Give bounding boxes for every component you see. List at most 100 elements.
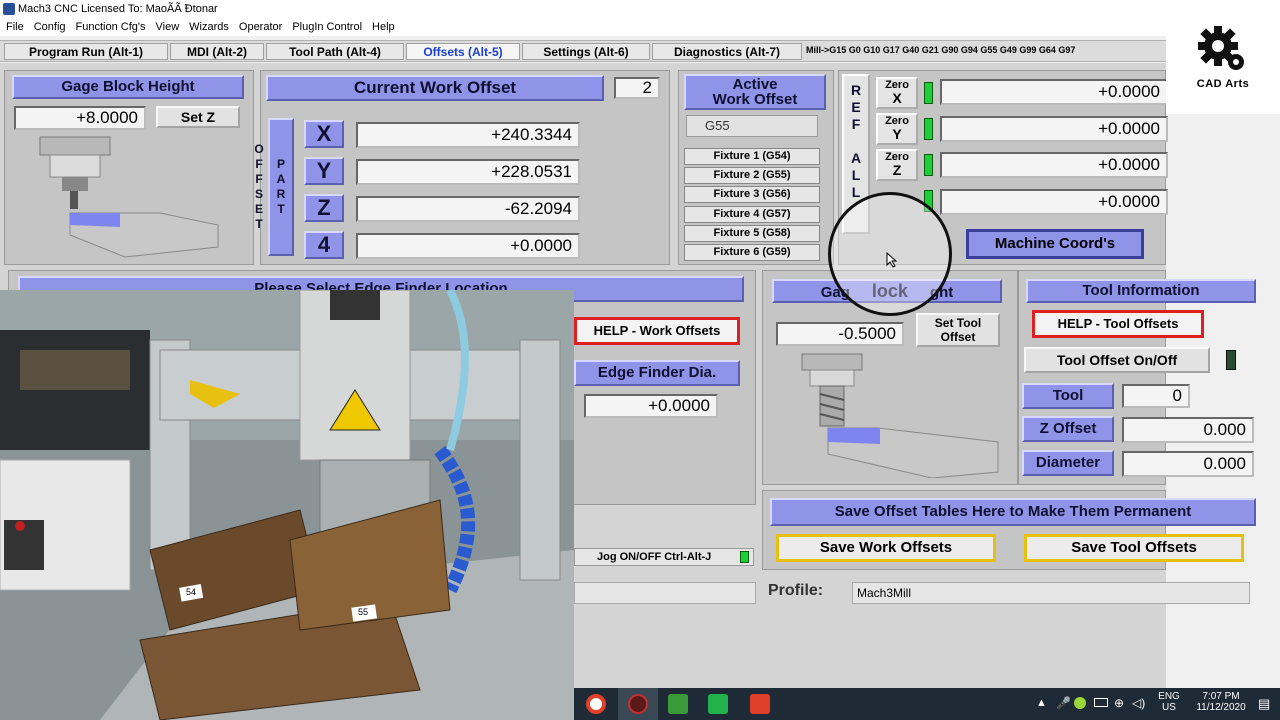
tab-diagnostics[interactable]: Diagnostics (Alt-7) — [652, 43, 802, 60]
spindle-gage-illustration — [39, 136, 219, 258]
machine-4-field[interactable]: +0.0000 — [940, 189, 1168, 215]
microphone-icon[interactable]: 🎤 — [1056, 696, 1071, 710]
ref-all-home-label: REF ALL HO — [848, 81, 864, 201]
tool-gage-illustration — [801, 353, 999, 478]
mouse-pointer-icon — [886, 252, 898, 268]
tab-offsets[interactable]: Offsets (Alt-5) — [406, 43, 520, 60]
gear-icon — [1198, 26, 1244, 70]
clock[interactable]: 7:07 PM 11/12/2020 — [1186, 691, 1256, 713]
machine-z-field[interactable]: +0.0000 — [940, 152, 1168, 178]
battery-icon[interactable] — [1094, 698, 1108, 707]
machine-x-field[interactable]: +0.0000 — [940, 79, 1168, 105]
volume-icon[interactable]: ◁) — [1132, 696, 1145, 710]
z-offset-field[interactable]: 0.000 — [1122, 417, 1254, 443]
tool-number-field[interactable]: 0 — [1122, 384, 1190, 408]
work-offset-4-field[interactable]: +0.0000 — [356, 233, 580, 259]
photo-app-icon[interactable] — [668, 694, 688, 714]
window-title: Mach3 CNC Licensed To: MaoÃÃ ̃Ðtonar — [18, 3, 218, 15]
jog-toggle-button[interactable]: Jog ON/OFF Ctrl-Alt-J — [574, 548, 754, 566]
work-offset-title: Current Work Offset — [266, 75, 604, 101]
axis-y-label: Y — [304, 157, 344, 185]
fixture-2-button[interactable]: Fixture 2 (G55) — [684, 167, 820, 184]
save-tool-offsets-button[interactable]: Save Tool Offsets — [1024, 534, 1244, 562]
tab-program-run[interactable]: Program Run (Alt-1) — [4, 43, 168, 60]
z-offset-label: Z Offset — [1022, 416, 1114, 442]
part-offset-label: PART OFFSET — [252, 118, 294, 256]
mach3-taskbar-icon — [628, 694, 648, 714]
tray-chevron-icon[interactable]: ▲ — [1036, 697, 1047, 709]
save-work-offsets-button[interactable]: Save Work Offsets — [776, 534, 996, 562]
work-offset-y-field[interactable]: +228.0531 — [356, 159, 580, 185]
zero-z-button[interactable]: Zero Z — [876, 149, 918, 181]
set-z-button[interactable]: Set Z — [156, 106, 240, 128]
axis-x-label: X — [304, 120, 344, 148]
work-offset-index-field[interactable]: 2 — [614, 77, 660, 99]
tool-offset-toggle-button[interactable]: Tool Offset On/Off — [1024, 347, 1210, 373]
active-offset-field: G55 — [686, 115, 818, 137]
menu-config[interactable]: Config — [29, 18, 71, 36]
zero-z-led — [924, 154, 933, 176]
profile-label: Profile: — [768, 582, 824, 599]
work-offset-x-field[interactable]: +240.3344 — [356, 122, 580, 148]
machine-y-field[interactable]: +0.0000 — [940, 116, 1168, 142]
help-work-offsets-button[interactable]: HELP - Work Offsets — [574, 317, 740, 345]
profile-field: Mach3Mill — [852, 582, 1250, 604]
taskbar-active-app[interactable] — [618, 688, 658, 720]
gage-block-height-field[interactable]: +8.0000 — [14, 106, 146, 130]
zero-x-button[interactable]: Zero X — [876, 77, 918, 109]
menu-plugin-control[interactable]: PlugIn Control — [287, 18, 367, 36]
camtasia-green-icon[interactable] — [708, 694, 728, 714]
tool-gage-height-field[interactable]: -0.5000 — [776, 322, 904, 346]
cnc-router-photo — [0, 290, 574, 720]
tab-tool-path[interactable]: Tool Path (Alt-4) — [266, 43, 404, 60]
zero-y-led — [924, 118, 933, 140]
jog-led — [740, 551, 749, 563]
tab-settings[interactable]: Settings (Alt-6) — [522, 43, 650, 60]
fixture-4-button[interactable]: Fixture 4 (G57) — [684, 206, 820, 223]
screen-tab-bar: Program Run (Alt-1) MDI (Alt-2) Tool Pat… — [0, 40, 1166, 62]
help-tool-offsets-button[interactable]: HELP - Tool Offsets — [1032, 310, 1204, 338]
camtasia-red-icon[interactable] — [750, 694, 770, 714]
menu-help[interactable]: Help — [367, 18, 400, 36]
machine-coords-button[interactable]: Machine Coord's — [966, 229, 1144, 259]
fixture-6-button[interactable]: Fixture 6 (G59) — [684, 244, 820, 261]
menu-file[interactable]: File — [0, 18, 29, 36]
fixture-5-button[interactable]: Fixture 5 (G58) — [684, 225, 820, 242]
gage-block-title: Gage Block Height — [12, 75, 244, 99]
axis-4-label: 4 — [304, 231, 344, 259]
status-field — [574, 582, 756, 604]
edge-finder-dia-label: Edge Finder Dia. — [574, 360, 740, 386]
video-tag-1: 54 — [186, 587, 197, 597]
edge-finder-dia-field[interactable]: +0.0000 — [584, 394, 718, 418]
logo-text: CAD Arts — [1196, 78, 1250, 90]
modal-gcodes-readout: Mill->G15 G0 G10 G17 G40 G21 G90 G94 G55… — [806, 45, 1076, 55]
diameter-label: Diameter — [1022, 450, 1114, 476]
chrome-icon[interactable] — [586, 694, 606, 714]
diameter-field[interactable]: 0.000 — [1122, 451, 1254, 477]
fixture-3-button[interactable]: Fixture 3 (G56) — [684, 186, 820, 203]
mach3-app-icon — [3, 3, 15, 15]
work-offset-z-field[interactable]: -62.2094 — [356, 196, 580, 222]
tool-offset-led — [1226, 350, 1236, 370]
axis-z-label: Z — [304, 194, 344, 222]
tool-number-label: Tool — [1022, 383, 1114, 409]
notifications-icon[interactable]: ▤ — [1258, 696, 1270, 712]
video-tag-2: 55 — [358, 607, 369, 617]
fixture-1-button[interactable]: Fixture 1 (G54) — [684, 148, 820, 165]
menu-function-cfgs[interactable]: Function Cfg's — [71, 18, 151, 36]
tool-info-title: Tool Information — [1026, 279, 1256, 303]
zero-x-led — [924, 82, 933, 104]
windows-taskbar: ▲ 🎤 ⊕ ◁) ENG US 7:07 PM 11/12/2020 ▤ — [574, 688, 1280, 720]
cad-arts-logo: CAD Arts — [1166, 12, 1280, 114]
camera-video-overlay: 54 55 — [0, 290, 574, 720]
set-tool-offset-button[interactable]: Set Tool Offset — [916, 313, 1000, 347]
menu-wizards[interactable]: Wizards — [184, 18, 234, 36]
input-language[interactable]: ENG US — [1156, 691, 1182, 713]
menu-view[interactable]: View — [151, 18, 185, 36]
tray-app-icon[interactable] — [1074, 697, 1086, 709]
network-icon[interactable]: ⊕ — [1114, 696, 1124, 710]
tab-mdi[interactable]: MDI (Alt-2) — [170, 43, 264, 60]
window-title-bar: Mach3 CNC Licensed To: MaoÃÃ ̃Ðtonar — [0, 0, 1280, 18]
menu-operator[interactable]: Operator — [234, 18, 287, 36]
zero-y-button[interactable]: Zero Y — [876, 113, 918, 145]
